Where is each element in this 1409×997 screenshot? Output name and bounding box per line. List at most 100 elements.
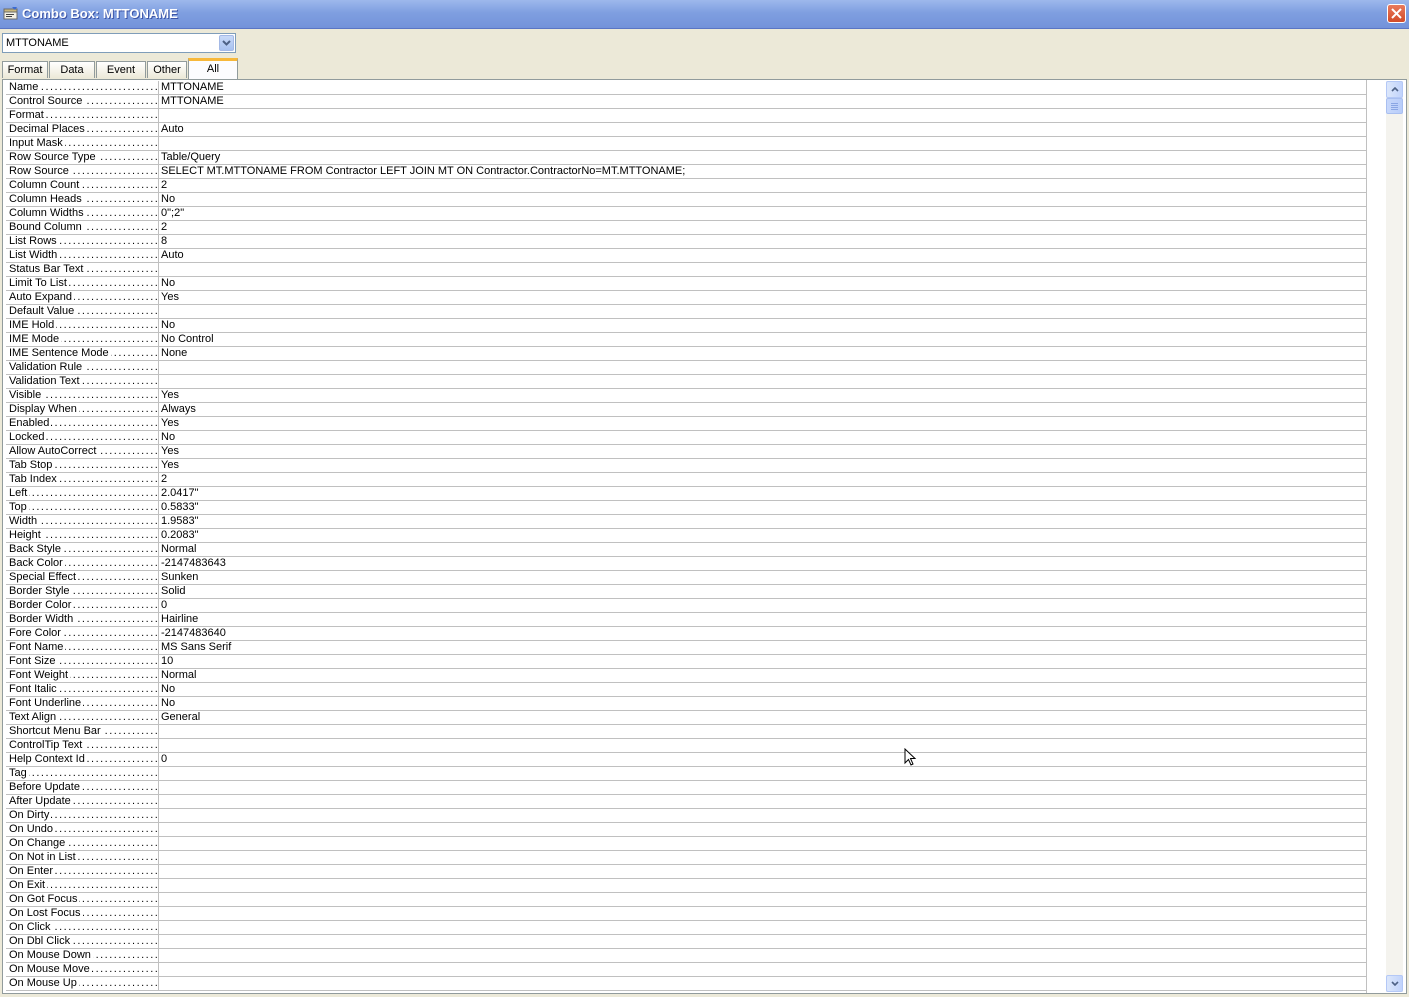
property-value[interactable]: Yes [161,459,1364,472]
property-value[interactable] [161,137,1364,150]
property-row[interactable]: ........................................… [6,879,1366,893]
close-button[interactable] [1387,4,1406,23]
property-row[interactable]: ........................................… [6,669,1366,683]
property-row[interactable]: ........................................… [6,375,1366,389]
property-value[interactable]: No [161,193,1364,206]
property-value[interactable]: Normal [161,543,1364,556]
property-value[interactable] [161,781,1364,794]
property-row[interactable]: ........................................… [6,739,1366,753]
property-row[interactable]: ........................................… [6,753,1366,767]
property-value[interactable]: Yes [161,417,1364,430]
property-row[interactable]: ........................................… [6,221,1366,235]
property-value[interactable]: Table/Query [161,151,1364,164]
property-value[interactable]: SELECT MT.MTTONAME FROM Contractor LEFT … [161,165,1364,178]
property-row[interactable]: ........................................… [6,81,1366,95]
property-value[interactable] [161,977,1364,990]
property-row[interactable]: ........................................… [6,921,1366,935]
property-row[interactable]: ........................................… [6,305,1366,319]
property-value[interactable] [161,907,1364,920]
property-row[interactable]: ........................................… [6,809,1366,823]
property-row[interactable]: ........................................… [6,963,1366,977]
property-row[interactable]: ........................................… [6,823,1366,837]
object-selector-combo[interactable]: MTTONAME [2,33,236,53]
tab-all[interactable]: All [188,58,238,79]
property-value[interactable]: 0 [161,599,1364,612]
scroll-up-button[interactable] [1386,81,1403,98]
property-value[interactable] [161,949,1364,962]
property-value[interactable]: No [161,277,1364,290]
property-row[interactable]: ........................................… [6,473,1366,487]
property-row[interactable]: ........................................… [6,977,1366,991]
property-row[interactable]: ........................................… [6,487,1366,501]
property-value[interactable] [161,767,1364,780]
property-row[interactable]: ........................................… [6,767,1366,781]
property-row[interactable]: ........................................… [6,389,1366,403]
property-row[interactable]: ........................................… [6,403,1366,417]
property-row[interactable]: ........................................… [6,851,1366,865]
property-value[interactable]: 2 [161,473,1364,486]
tab-other[interactable]: Other [147,61,187,78]
property-value[interactable]: 0";2" [161,207,1364,220]
property-value[interactable] [161,879,1364,892]
property-value[interactable] [161,263,1364,276]
property-value[interactable]: 2 [161,221,1364,234]
property-value[interactable] [161,823,1364,836]
property-row[interactable]: ........................................… [6,935,1366,949]
property-row[interactable]: ........................................… [6,711,1366,725]
property-row[interactable]: ........................................… [6,417,1366,431]
property-row[interactable]: ........................................… [6,361,1366,375]
property-row[interactable]: ........................................… [6,529,1366,543]
property-row[interactable]: ........................................… [6,907,1366,921]
property-row[interactable]: ........................................… [6,137,1366,151]
property-row[interactable]: ........................................… [6,697,1366,711]
property-row[interactable]: ........................................… [6,865,1366,879]
property-value[interactable]: No Control [161,333,1364,346]
property-value[interactable]: MTTONAME [161,95,1364,108]
property-row[interactable]: ........................................… [6,893,1366,907]
vertical-scrollbar[interactable] [1386,81,1403,992]
property-value[interactable] [161,893,1364,906]
property-value[interactable]: 0 [161,753,1364,766]
property-value[interactable]: 10 [161,655,1364,668]
property-row[interactable]: ........................................… [6,655,1366,669]
property-value[interactable]: Normal [161,669,1364,682]
property-value[interactable] [161,865,1364,878]
object-selector-dropdown-button[interactable] [219,35,234,51]
property-row[interactable]: ........................................… [6,263,1366,277]
property-value[interactable] [161,109,1364,122]
property-value[interactable]: Auto [161,123,1364,136]
property-row[interactable]: ........................................… [6,445,1366,459]
property-value[interactable]: Auto [161,249,1364,262]
property-value[interactable]: No [161,319,1364,332]
property-row[interactable]: ........................................… [6,543,1366,557]
property-row[interactable]: ........................................… [6,585,1366,599]
property-row[interactable]: ........................................… [6,179,1366,193]
scroll-down-button[interactable] [1386,975,1403,992]
property-row[interactable]: ........................................… [6,431,1366,445]
tab-format[interactable]: Format [2,61,48,78]
tab-event[interactable]: Event [96,61,146,78]
property-value[interactable]: MTTONAME [161,81,1364,94]
property-row[interactable]: ........................................… [6,333,1366,347]
property-value[interactable]: Solid [161,585,1364,598]
property-value[interactable] [161,809,1364,822]
property-row[interactable]: ........................................… [6,725,1366,739]
property-value[interactable]: MS Sans Serif [161,641,1364,654]
property-row[interactable]: ........................................… [6,683,1366,697]
property-value[interactable] [161,375,1364,388]
property-value[interactable]: Yes [161,389,1364,402]
tab-data[interactable]: Data [49,61,95,78]
property-row[interactable]: ........................................… [6,319,1366,333]
property-value[interactable] [161,921,1364,934]
property-row[interactable]: ........................................… [6,347,1366,361]
property-value[interactable] [161,935,1364,948]
scroll-thumb[interactable] [1386,98,1403,114]
property-value[interactable]: 1.9583" [161,515,1364,528]
property-row[interactable]: ........................................… [6,571,1366,585]
property-value[interactable] [161,739,1364,752]
property-value[interactable] [161,963,1364,976]
property-value[interactable] [161,725,1364,738]
property-value[interactable]: -2147483643 [161,557,1364,570]
property-row[interactable]: ........................................… [6,249,1366,263]
property-row[interactable]: ........................................… [6,641,1366,655]
